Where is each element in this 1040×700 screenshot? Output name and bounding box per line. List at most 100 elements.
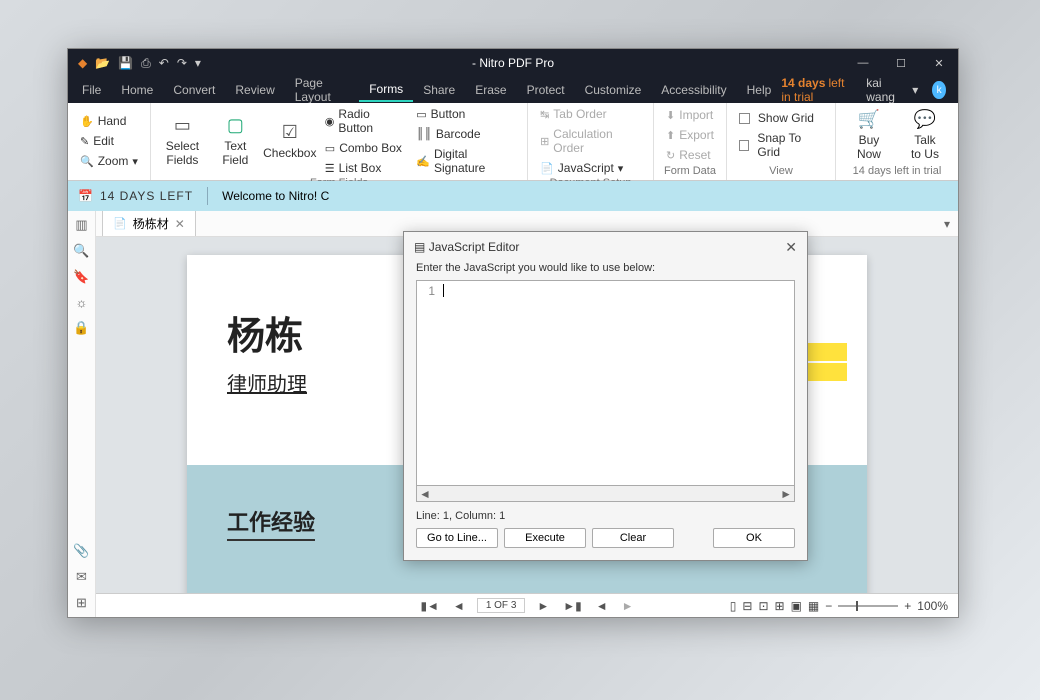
titlebar: ◆ 📂 💾 ⎙ ↶ ↷ ▾ - Nitro PDF Pro ― ☐ ✕ [68,49,958,77]
view-mode-1[interactable]: ▯ [730,599,737,613]
maximize-button[interactable]: ☐ [882,49,920,77]
signature-button[interactable]: ✍ Digital Signature [412,145,519,177]
dropdown-icon[interactable]: ▾ [195,56,201,70]
dialog-prompt: Enter the JavaScript you would like to u… [416,262,795,274]
status-bar: ▮◄ ◄ 1 OF 3 ► ►▮ ◄ ► ▯ ⊟ ⊡ ⊞ ▣ ▦ − + 100… [96,593,958,617]
days-left: 14 DAYS LEFT [100,189,193,203]
menu-forms[interactable]: Forms [359,78,413,102]
close-button[interactable]: ✕ [920,49,958,77]
menu-accessibility[interactable]: Accessibility [651,79,736,101]
document-tab[interactable]: 📄 杨栋材 ✕ [102,211,196,236]
menu-home[interactable]: Home [111,79,163,101]
barcode-button[interactable]: ║║ Barcode [412,125,519,143]
print-icon[interactable]: ⎙ [141,56,151,71]
page-indicator[interactable]: 1 OF 3 [477,598,526,613]
show-grid-check[interactable]: Show Grid [735,109,827,127]
line-gutter: 1 [417,281,439,485]
menu-file[interactable]: File [72,79,111,101]
dialog-titlebar[interactable]: ▤ JavaScript Editor ✕ [404,232,807,262]
trial-label: 14 days left in trial [781,76,856,104]
snap-grid-check[interactable]: Snap To Grid [735,129,827,161]
save-icon[interactable]: 💾 [118,56,133,70]
zoom-slider[interactable] [838,605,898,607]
bookmark-icon[interactable]: 🔖 [73,269,89,285]
code-editor[interactable]: 1 [416,280,795,486]
last-page-icon[interactable]: ►▮ [561,599,583,613]
tab-menu-icon[interactable]: ▾ [944,217,950,231]
next-page-icon[interactable]: ► [535,599,551,613]
checkbox-button[interactable]: ☑Checkbox [265,122,315,160]
clear-button[interactable]: Clear [592,528,674,548]
dialog-title: JavaScript Editor [429,240,520,254]
tab-close-icon[interactable]: ✕ [175,217,185,231]
menu-help[interactable]: Help [737,79,782,101]
menu-convert[interactable]: Convert [163,79,225,101]
execute-button[interactable]: Execute [504,528,586,548]
work-heading: 工作经验 [227,505,315,541]
menu-share[interactable]: Share [413,79,465,101]
menu-review[interactable]: Review [225,79,284,101]
view-mode-6[interactable]: ▦ [808,599,819,613]
menu-bar: File Home Convert Review Page Layout For… [68,77,958,103]
side-toolbar: ▥ 🔍 🔖 ☼ 🔒 📎 ✉ ⊞ [68,211,96,617]
calc-order-button[interactable]: ⊞ Calculation Order [536,125,645,157]
edit-tool[interactable]: ✎ Edit [76,132,142,150]
back-icon[interactable]: ◄ [594,599,610,613]
ok-button[interactable]: OK [713,528,795,548]
code-input[interactable] [439,281,794,485]
trial-banner: 📅 14 DAYS LEFT Welcome to Nitro! C [68,181,958,211]
zoom-tool[interactable]: 🔍 Zoom ▾ [76,152,142,170]
select-fields-button[interactable]: ▭Select Fields [159,115,206,168]
listbox-button[interactable]: ☰ List Box [321,159,406,177]
window-title: - Nitro PDF Pro [472,56,554,70]
combo-button[interactable]: ▭ Combo Box [321,139,406,157]
view-mode-4[interactable]: ⊞ [775,599,785,613]
group-form-data: Form Data [662,165,718,178]
search-icon[interactable]: 🔍 [73,243,89,259]
reset-button[interactable]: ↻ Reset [662,146,718,164]
editor-scrollbar[interactable]: ◄► [416,486,795,502]
pages-icon[interactable]: ▥ [75,217,87,233]
forward-icon[interactable]: ► [620,599,636,613]
redo-icon[interactable]: ↷ [177,56,187,70]
export-button[interactable]: ⬆ Export [662,126,718,144]
window-buttons: ― ☐ ✕ [844,49,958,77]
star-icon[interactable]: ☼ [76,295,88,310]
avatar[interactable]: k [932,81,946,99]
attach-icon[interactable]: 📎 [73,543,89,559]
welcome-text: Welcome to Nitro! C [222,189,329,203]
talk-button[interactable]: 💬Talk to Us [900,109,950,162]
prev-page-icon[interactable]: ◄ [451,599,467,613]
minimize-button[interactable]: ― [844,49,882,77]
undo-icon[interactable]: ↶ [159,56,169,70]
mail-icon[interactable]: ✉ [76,569,87,585]
grid-icon[interactable]: ⊞ [76,595,87,611]
javascript-button[interactable]: 📄 JavaScript ▾ [536,159,645,177]
text-field-button[interactable]: ▢Text Field [212,115,259,168]
javascript-editor-dialog: ▤ JavaScript Editor ✕ Enter the JavaScri… [403,231,808,561]
lock-icon[interactable]: 🔒 [73,320,89,336]
tab-order-button[interactable]: ↹ Tab Order [536,105,645,123]
view-mode-2[interactable]: ⊟ [742,599,752,613]
hand-tool[interactable]: ✋ Hand [76,112,142,130]
menu-protect[interactable]: Protect [517,79,575,101]
group-view: View [735,165,827,178]
button-button[interactable]: ▭ Button [412,105,519,123]
menu-erase[interactable]: Erase [465,79,516,101]
user-name[interactable]: kai wang [866,76,902,104]
buy-now-button[interactable]: 🛒Buy Now [844,109,894,162]
zoom-in-icon[interactable]: + [904,599,911,613]
first-page-icon[interactable]: ▮◄ [418,599,440,613]
dialog-close-icon[interactable]: ✕ [785,239,797,256]
menu-customize[interactable]: Customize [575,79,652,101]
view-mode-5[interactable]: ▣ [791,599,802,613]
goto-line-button[interactable]: Go to Line... [416,528,498,548]
calendar-icon: 📅 [78,189,94,203]
app-icon: ◆ [78,56,87,70]
radio-button[interactable]: ◉ Radio Button [321,105,406,137]
view-mode-3[interactable]: ⊡ [758,599,768,613]
open-icon[interactable]: 📂 [95,56,110,70]
zoom-out-icon[interactable]: − [825,599,832,613]
ribbon: ✋ Hand ✎ Edit 🔍 Zoom ▾ ▭Select Fields ▢T… [68,103,958,181]
import-button[interactable]: ⬇ Import [662,106,718,124]
